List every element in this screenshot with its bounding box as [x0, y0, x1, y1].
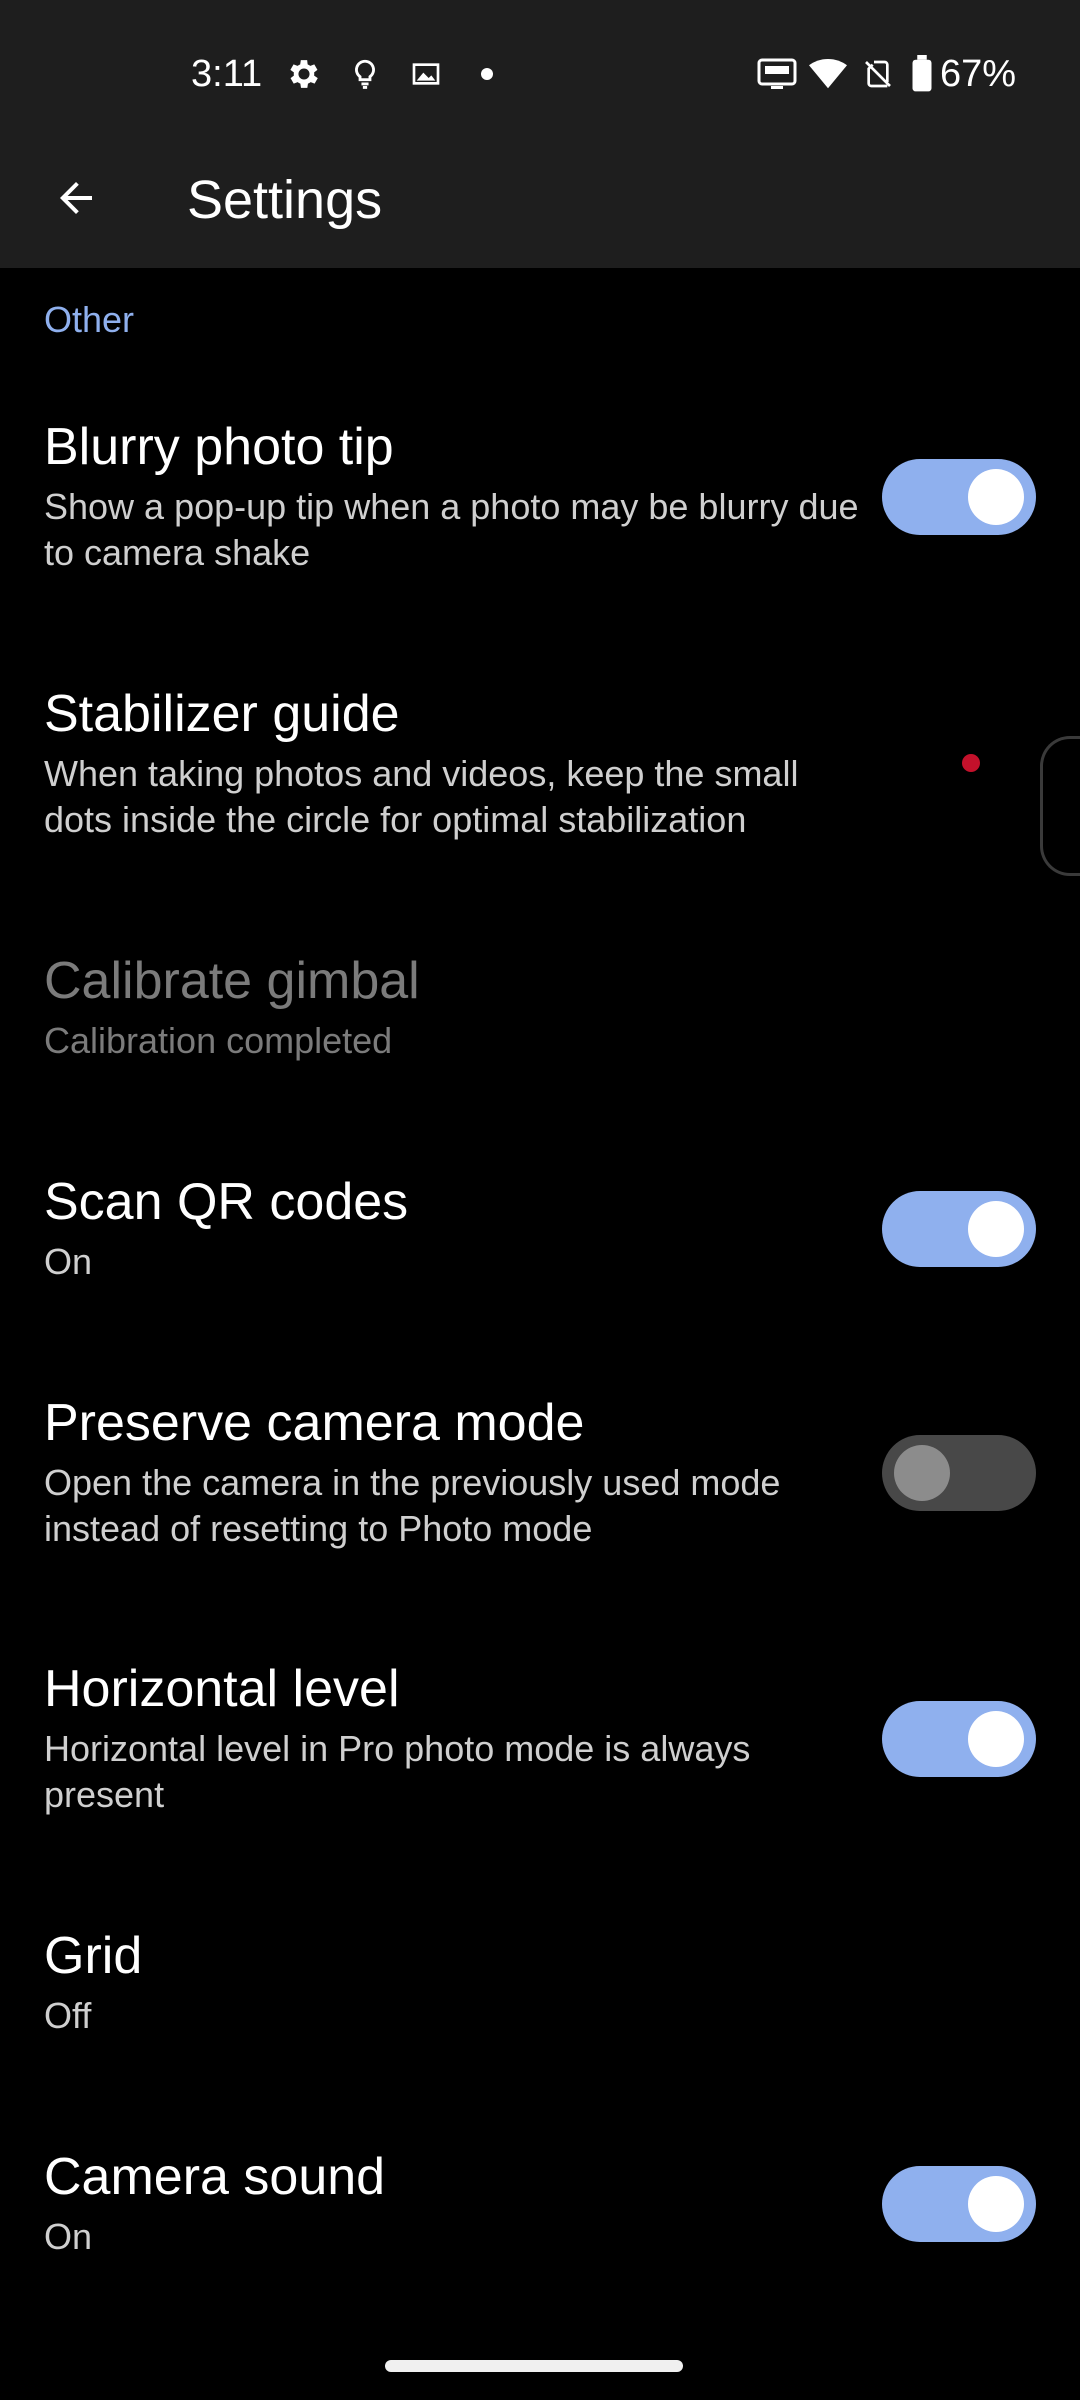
setting-summary: Show a pop-up tip when a photo may be bl… — [44, 486, 859, 573]
no-sim-icon — [858, 52, 898, 96]
setting-title: Blurry photo tip — [44, 418, 394, 476]
setting-grid[interactable]: Grid Off — [0, 1923, 1080, 2063]
preserve-camera-mode-toggle[interactable] — [882, 1435, 1036, 1511]
toggle-knob — [894, 1445, 950, 1501]
gesture-nav-bar[interactable] — [385, 2360, 683, 2372]
toggle-knob — [968, 469, 1024, 525]
notification-dot-icon — [467, 52, 507, 96]
scan-qr-codes-toggle[interactable] — [882, 1191, 1036, 1267]
setting-scan-qr-codes[interactable]: Scan QR codes On — [0, 1169, 1080, 1309]
battery-percent: 67% — [939, 53, 1016, 95]
toggle-knob — [968, 1711, 1024, 1767]
auto-hz-icon — [757, 52, 797, 96]
setting-title: Scan QR codes — [44, 1173, 409, 1231]
setting-calibrate-gimbal: Calibrate gimbal Calibration completed — [0, 948, 1080, 1088]
back-button[interactable] — [36, 160, 116, 240]
settings-gear-icon — [284, 52, 324, 96]
setting-summary: On — [44, 1241, 93, 1282]
setting-title: Horizontal level — [44, 1660, 400, 1718]
blurry-photo-tip-toggle[interactable] — [882, 459, 1036, 535]
setting-title: Stabilizer guide — [44, 685, 400, 743]
setting-summary: Open the camera in the previously used m… — [44, 1462, 781, 1549]
page-title: Settings — [187, 170, 383, 230]
setting-summary: Calibration completed — [44, 1020, 393, 1061]
setting-title: Calibrate gimbal — [44, 952, 420, 1010]
setting-horizontal-level[interactable]: Horizontal level Horizontal level in Pro… — [0, 1656, 1080, 1846]
arrow-left-icon — [52, 174, 100, 227]
section-header: Other — [44, 299, 135, 340]
horizontal-level-toggle[interactable] — [882, 1701, 1036, 1777]
toggle-knob — [968, 2176, 1024, 2232]
indicator-dot — [962, 754, 980, 772]
setting-title: Camera sound — [44, 2148, 386, 2206]
lightbulb-icon — [345, 52, 385, 96]
camera-sound-toggle[interactable] — [882, 2166, 1036, 2242]
image-icon — [406, 52, 446, 96]
battery-icon — [902, 52, 942, 96]
setting-summary: Off — [44, 1995, 92, 2036]
setting-title: Grid — [44, 1927, 143, 1985]
setting-stabilizer-guide[interactable]: Stabilizer guide When taking photos and … — [0, 681, 1080, 871]
setting-preserve-camera-mode[interactable]: Preserve camera mode Open the camera in … — [0, 1390, 1080, 1580]
setting-summary: On — [44, 2216, 93, 2257]
setting-summary: When taking photos and videos, keep the … — [44, 753, 799, 840]
setting-camera-sound[interactable]: Camera sound On — [0, 2144, 1080, 2284]
status-bar: 3:11 67% — [0, 0, 1080, 130]
app-bar: Settings — [0, 130, 1080, 268]
toggle-knob — [968, 1201, 1024, 1257]
setting-blurry-photo-tip[interactable]: Blurry photo tip Show a pop-up tip when … — [0, 414, 1080, 604]
wifi-icon — [808, 52, 848, 96]
setting-title: Preserve camera mode — [44, 1394, 585, 1452]
status-time: 3:11 — [191, 53, 263, 95]
setting-summary: Horizontal level in Pro photo mode is al… — [44, 1728, 751, 1815]
edge-panel-handle[interactable] — [1040, 736, 1080, 876]
